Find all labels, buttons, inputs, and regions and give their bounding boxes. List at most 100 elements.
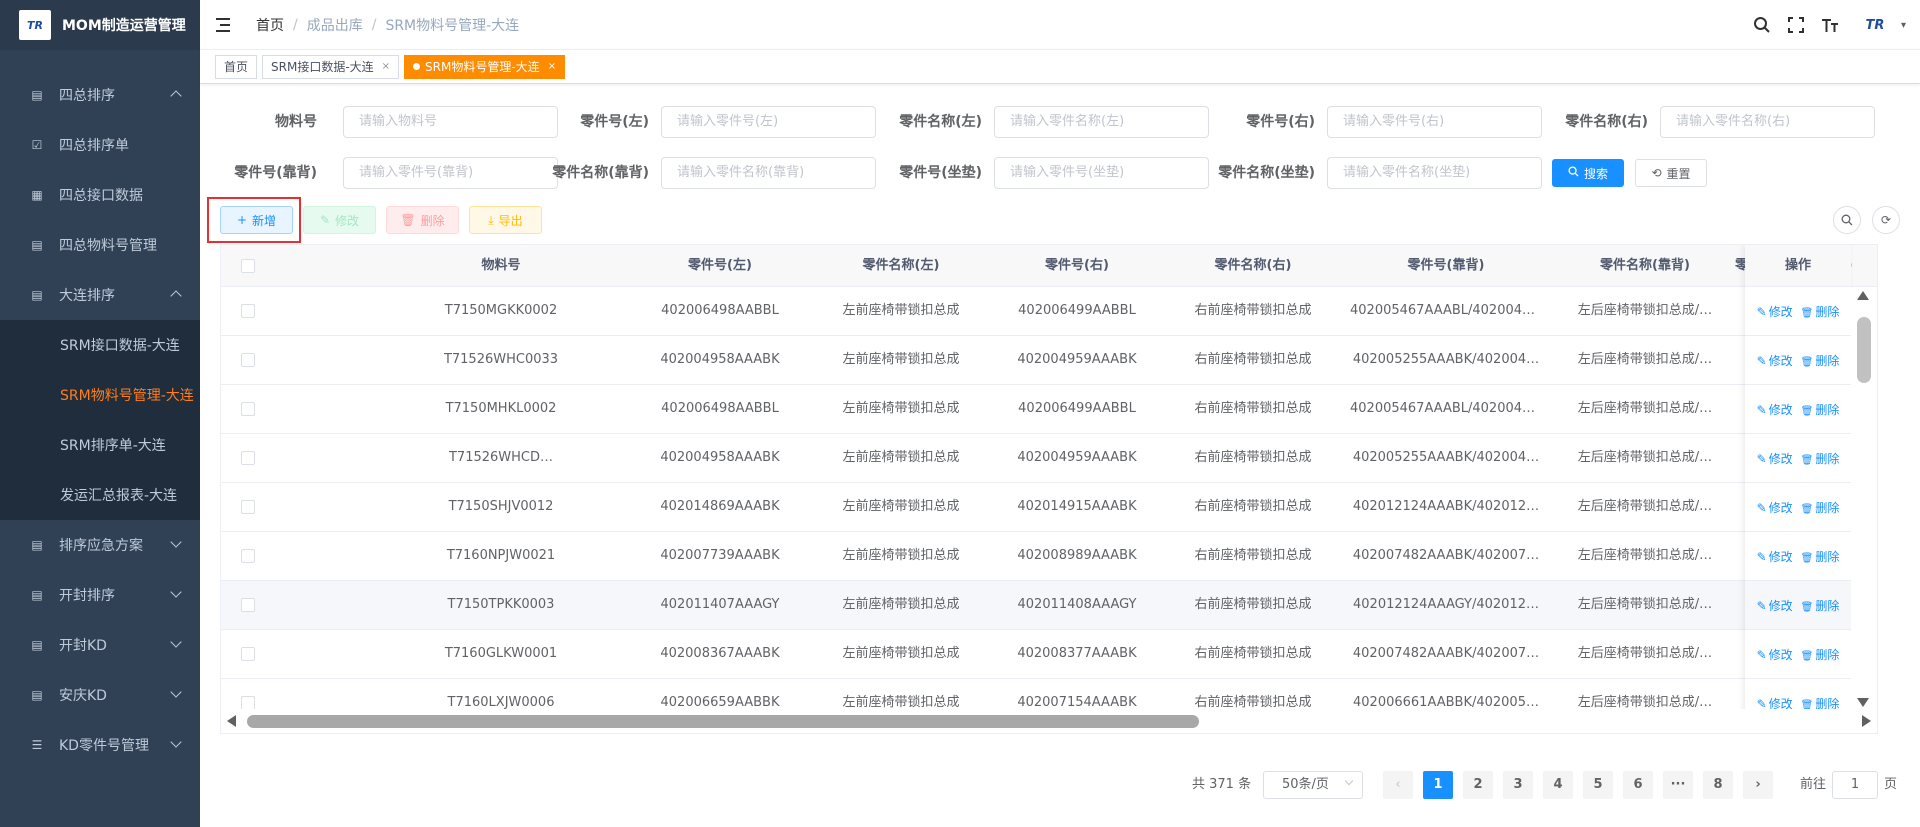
- sidebar-item[interactable]: 发运汇总报表-大连: [0, 470, 200, 520]
- row-edit-link[interactable]: ✎ 修改: [1757, 548, 1793, 565]
- search-field-input[interactable]: 请输入零件号(左): [661, 106, 876, 138]
- sidebar-item[interactable]: SRM排序单-大连: [0, 420, 200, 470]
- table-row[interactable]: T7150TPKK0003 402011407AAAGY 左前座椅带锁扣总成 4020…: [221, 581, 1877, 630]
- tab-tag[interactable]: SRM物料号管理-大连 ×: [404, 54, 566, 79]
- row-checkbox[interactable]: [241, 647, 255, 661]
- sidebar-item[interactable]: ▤ 四总物料号管理: [0, 220, 200, 270]
- search-field-input[interactable]: 请输入零件名称(坐垫): [1327, 157, 1542, 189]
- fullscreen-icon[interactable]: [1785, 14, 1807, 36]
- page-button[interactable]: 2: [1463, 771, 1493, 799]
- row-edit-link[interactable]: ✎ 修改: [1757, 646, 1793, 663]
- row-checkbox[interactable]: [241, 402, 255, 416]
- page-button[interactable]: 3: [1503, 771, 1533, 799]
- tab-tag[interactable]: 首页: [215, 54, 258, 79]
- column-header[interactable]: 零件号(靠背): [1346, 245, 1546, 287]
- horizontal-scrollbar[interactable]: [221, 709, 1877, 733]
- edit-button[interactable]: ✎ 修改: [303, 206, 376, 234]
- row-delete-link[interactable]: 🗑 删除: [1801, 646, 1840, 663]
- sidebar-item[interactable]: SRM接口数据-大连: [0, 320, 200, 370]
- column-header[interactable]: 物料号: [416, 245, 586, 287]
- row-delete-link[interactable]: 🗑 删除: [1801, 303, 1840, 320]
- sidebar-item[interactable]: ▤ 四总排序: [0, 70, 200, 120]
- sidebar-item[interactable]: ☑ 四总排序单: [0, 120, 200, 170]
- row-checkbox[interactable]: [241, 353, 255, 367]
- search-button[interactable]: 搜索: [1552, 159, 1624, 187]
- search-field-input[interactable]: 请输入零件名称(左): [994, 106, 1209, 138]
- breadcrumb-home[interactable]: 首页: [256, 15, 284, 35]
- sidebar-item[interactable]: ▤ 开封排序: [0, 570, 200, 620]
- table-row[interactable]: T7160NPJW0021 402007739AAABK 左前座椅带锁扣总成 4020…: [221, 532, 1877, 581]
- close-icon[interactable]: ×: [382, 61, 390, 72]
- scroll-up-icon[interactable]: [1857, 291, 1869, 300]
- page-button[interactable]: 6: [1623, 771, 1653, 799]
- column-header[interactable]: 零件号(左): [635, 245, 805, 287]
- avatar[interactable]: TR: [1857, 12, 1893, 38]
- hamburger-icon[interactable]: [216, 17, 234, 32]
- table-row[interactable]: T7150SHJV0012 402014869AAABK 左前座椅带锁扣总成 4020…: [221, 483, 1877, 532]
- row-checkbox[interactable]: [241, 500, 255, 514]
- next-page-button[interactable]: ›: [1743, 771, 1773, 799]
- row-edit-link[interactable]: ✎ 修改: [1757, 597, 1793, 614]
- column-header[interactable]: 零件名称(左): [811, 245, 991, 287]
- select-all-checkbox[interactable]: [241, 259, 255, 273]
- close-icon[interactable]: ×: [548, 61, 556, 72]
- row-delete-link[interactable]: 🗑 删除: [1801, 401, 1840, 418]
- scroll-down-icon[interactable]: [1857, 698, 1869, 707]
- page-button[interactable]: 8: [1703, 771, 1733, 799]
- table-row[interactable]: T71526WHC0033 402004958AAABK 左前座椅带锁扣总成 4020…: [221, 336, 1877, 385]
- row-edit-link[interactable]: ✎ 修改: [1757, 401, 1793, 418]
- table-row[interactable]: T7150MGKK0002 402006498AABBL 左前座椅带锁扣总成 4020…: [221, 287, 1877, 336]
- row-delete-link[interactable]: 🗑 删除: [1801, 450, 1840, 467]
- sidebar-item[interactable]: ▦ 四总接口数据: [0, 170, 200, 220]
- row-delete-link[interactable]: 🗑 删除: [1801, 352, 1840, 369]
- row-edit-link[interactable]: ✎ 修改: [1757, 450, 1793, 467]
- row-checkbox[interactable]: [241, 549, 255, 563]
- sidebar-item[interactable]: ▤ 开封KD: [0, 620, 200, 670]
- column-header[interactable]: 零件名称(右): [1168, 245, 1338, 287]
- sidebar-item[interactable]: ☰ KD零件号管理: [0, 720, 200, 770]
- delete-button[interactable]: 🗑 删除: [386, 206, 459, 234]
- scroll-left-icon[interactable]: [227, 715, 236, 727]
- caret-down-icon[interactable]: ▾: [1901, 20, 1906, 31]
- row-delete-link[interactable]: 🗑 删除: [1801, 499, 1840, 516]
- row-checkbox[interactable]: [241, 696, 255, 710]
- sidebar-item[interactable]: ▤ 排序应急方案: [0, 520, 200, 570]
- scroll-right-icon[interactable]: [1862, 715, 1871, 727]
- page-button[interactable]: 4: [1543, 771, 1573, 799]
- sidebar-item[interactable]: SRM物料号管理-大连: [0, 370, 200, 420]
- table-row[interactable]: T7160GLKW0001 402008367AAABK 左前座椅带锁扣总成 4020…: [221, 630, 1877, 679]
- sidebar-item[interactable]: ▤ 大连排序: [0, 270, 200, 320]
- search-field-input[interactable]: 请输入零件名称(右): [1660, 106, 1875, 138]
- reset-button[interactable]: ⟲ 重置: [1635, 159, 1707, 187]
- row-checkbox[interactable]: [241, 451, 255, 465]
- search-icon[interactable]: [1751, 14, 1773, 36]
- row-delete-link[interactable]: 🗑 删除: [1801, 548, 1840, 565]
- refresh-button[interactable]: ⟳: [1872, 206, 1900, 234]
- export-button[interactable]: ⤓ 导出: [469, 206, 542, 234]
- page-button[interactable]: 1: [1423, 771, 1453, 799]
- column-header[interactable]: 零件号(右): [992, 245, 1162, 287]
- column-header[interactable]: 零件名称(靠背): [1555, 245, 1735, 287]
- vertical-scroll-thumb[interactable]: [1857, 317, 1871, 383]
- page-size-select[interactable]: 50条/页: [1263, 771, 1363, 799]
- horizontal-scroll-thumb[interactable]: [247, 715, 1199, 728]
- row-delete-link[interactable]: 🗑 删除: [1801, 597, 1840, 614]
- row-checkbox[interactable]: [241, 598, 255, 612]
- row-edit-link[interactable]: ✎ 修改: [1757, 352, 1793, 369]
- prev-page-button[interactable]: ‹: [1383, 771, 1413, 799]
- add-button[interactable]: + 新增: [220, 206, 293, 234]
- table-row[interactable]: T7150MHKL0002 402006498AABBL 左前座椅带锁扣总成 4020…: [221, 385, 1877, 434]
- page-button[interactable]: 5: [1583, 771, 1613, 799]
- vertical-scrollbar[interactable]: [1851, 287, 1877, 711]
- toggle-search-button[interactable]: [1833, 206, 1861, 234]
- font-size-icon[interactable]: [1819, 14, 1841, 36]
- table-row[interactable]: T71526WHCD… 402004958AAABK 左前座椅带锁扣总成 402004…: [221, 434, 1877, 483]
- tab-tag[interactable]: SRM接口数据-大连 ×: [262, 54, 400, 79]
- sidebar-item[interactable]: ▤ 安庆KD: [0, 670, 200, 720]
- more-pages-button[interactable]: ···: [1663, 771, 1693, 799]
- row-checkbox[interactable]: [241, 304, 255, 318]
- row-edit-link[interactable]: ✎ 修改: [1757, 303, 1793, 320]
- search-field-input[interactable]: 请输入零件号(右): [1327, 106, 1542, 138]
- goto-page-input[interactable]: 1: [1832, 771, 1878, 799]
- row-edit-link[interactable]: ✎ 修改: [1757, 499, 1793, 516]
